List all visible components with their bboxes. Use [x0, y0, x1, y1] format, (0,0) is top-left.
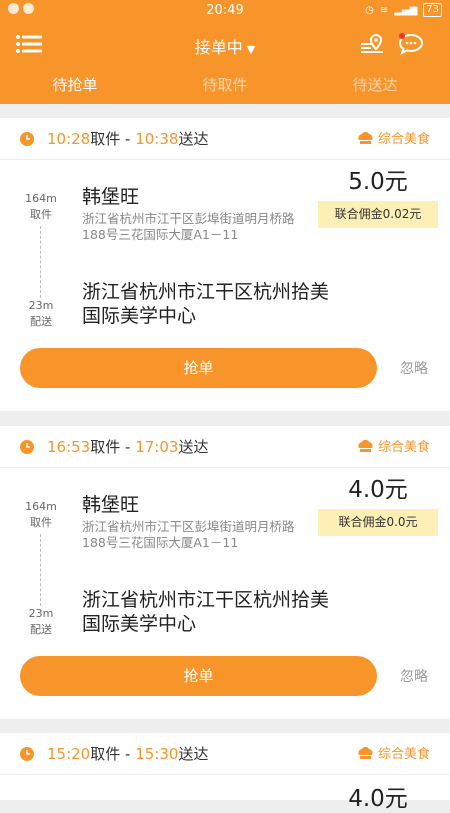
time-window: 10:28取件 - 10:38送达 — [47, 128, 208, 149]
deliver-word: 送达 — [178, 438, 209, 456]
delivery-distance: 23m — [28, 607, 54, 620]
commission-badge: 联合佣金0.02元 — [318, 201, 438, 228]
delivery-label: 配送 — [30, 623, 52, 636]
tab-to-grab[interactable]: 待抢单 — [0, 66, 150, 104]
status-bar: 20:49 ◷ ≋ ▂▄▆ 73 — [0, 0, 450, 22]
deliver-time: 17:03 — [135, 438, 179, 456]
order-price: 5.0元 — [348, 169, 408, 195]
delivery-address: 浙江省杭州市江干区杭州拾美国际美学中心 — [82, 589, 330, 635]
deliver-time: 10:38 — [135, 130, 179, 148]
delivery-distance-block: 23m 配送 — [24, 606, 58, 638]
status-icons: ◷ ≋ ▂▄▆ 73 — [365, 3, 442, 17]
commission-badge: 联合佣金0.0元 — [318, 509, 438, 536]
message-icon[interactable] — [398, 32, 424, 56]
signal-icon: ▂▄▆ — [394, 4, 418, 16]
ignore-button[interactable]: 忽略 — [400, 358, 428, 378]
clock-icon — [20, 132, 34, 146]
order-card-header: 16:53取件 - 17:03送达 综合美食 — [0, 426, 450, 468]
clock-icon — [20, 747, 34, 761]
order-price: 4.0元 — [348, 477, 408, 503]
shop-address: 浙江省杭州市江干区彭埠街道明月桥路188号三花国际大厦A1－11 — [82, 211, 295, 242]
order-price: 4.0元 — [348, 786, 408, 812]
route-divider — [40, 226, 41, 298]
shop-address: 浙江省杭州市江干区彭埠街道明月桥路188号三花国际大厦A1－11 — [82, 519, 295, 550]
time-window: 16:53取件 - 17:03送达 — [47, 436, 208, 457]
deliver-word: 送达 — [178, 130, 209, 148]
pickup-distance: 164m — [25, 192, 57, 205]
tab-bar: 待抢单 待取件 待送达 — [0, 66, 450, 104]
ignore-button[interactable]: 忽略 — [400, 666, 428, 686]
clock-icon — [20, 440, 34, 454]
category-label: 综合美食 — [377, 440, 430, 455]
pickup-time: 16:53 — [47, 438, 91, 456]
pickup-label: 取件 — [30, 208, 52, 221]
tab-to-deliver[interactable]: 待送达 — [300, 66, 450, 104]
pickup-distance-block: 164m 取件 — [24, 499, 58, 531]
pickup-word: 取件 — [90, 745, 121, 763]
menu-icon[interactable] — [16, 35, 42, 53]
chevron-down-icon: ▼ — [246, 43, 256, 56]
chef-hat-icon — [358, 439, 373, 452]
shop-name: 韩堡旺 — [82, 186, 140, 208]
order-card: 10:28取件 - 10:38送达 综合美食 164m 取件 23m 配送 韩堡旺 … — [0, 118, 450, 411]
category-badge: 综合美食 — [357, 743, 430, 762]
pickup-distance-block: 164m 取件 — [24, 191, 58, 223]
pickup-word: 取件 — [90, 130, 121, 148]
pickup-distance: 164m — [25, 500, 57, 513]
pickup-word: 取件 — [90, 438, 121, 456]
time-separator: - — [120, 438, 136, 456]
time-separator: - — [120, 130, 136, 148]
category-badge: 综合美食 — [357, 436, 430, 455]
chef-hat-icon — [358, 131, 373, 144]
category-badge: 综合美食 — [357, 128, 430, 147]
chef-hat-icon — [358, 746, 373, 759]
delivery-distance-block: 23m 配送 — [24, 298, 58, 330]
tab-to-pickup[interactable]: 待取件 — [150, 66, 300, 104]
delivery-distance: 23m — [28, 299, 54, 312]
page-title: 接单中 — [194, 38, 243, 57]
alarm-icon: ◷ — [365, 4, 374, 16]
delivery-address: 浙江省杭州市江干区杭州拾美国际美学中心 — [82, 281, 330, 327]
pickup-time: 10:28 — [47, 130, 91, 148]
time-window: 15:20取件 - 15:30送达 — [47, 743, 208, 764]
category-label: 综合美食 — [377, 747, 430, 762]
pickup-label: 取件 — [30, 516, 52, 529]
deliver-word: 送达 — [178, 745, 209, 763]
grab-order-button[interactable]: 抢单 — [20, 348, 377, 388]
order-card-header: 15:20取件 - 15:30送达 综合美食 — [0, 733, 450, 775]
route-divider — [40, 534, 41, 606]
order-card-header: 10:28取件 - 10:38送达 综合美食 — [0, 118, 450, 160]
wifi-icon: ≋ — [379, 4, 389, 16]
battery-icon: 73 — [423, 3, 442, 17]
time-separator: - — [120, 745, 136, 763]
order-card: 15:20取件 - 15:30送达 综合美食 4.0元 — [0, 733, 450, 812]
order-card: 16:53取件 - 17:03送达 综合美食 164m 取件 23m 配送 韩堡旺 … — [0, 426, 450, 719]
deliver-time: 15:30 — [135, 745, 179, 763]
top-bar: 接单中 ▼ — [0, 22, 450, 66]
pickup-time: 15:20 — [47, 745, 91, 763]
location-settings-icon[interactable] — [360, 32, 386, 56]
delivery-label: 配送 — [30, 315, 52, 328]
shop-name: 韩堡旺 — [82, 494, 140, 516]
category-label: 综合美食 — [377, 132, 430, 147]
grab-order-button[interactable]: 抢单 — [20, 656, 377, 696]
